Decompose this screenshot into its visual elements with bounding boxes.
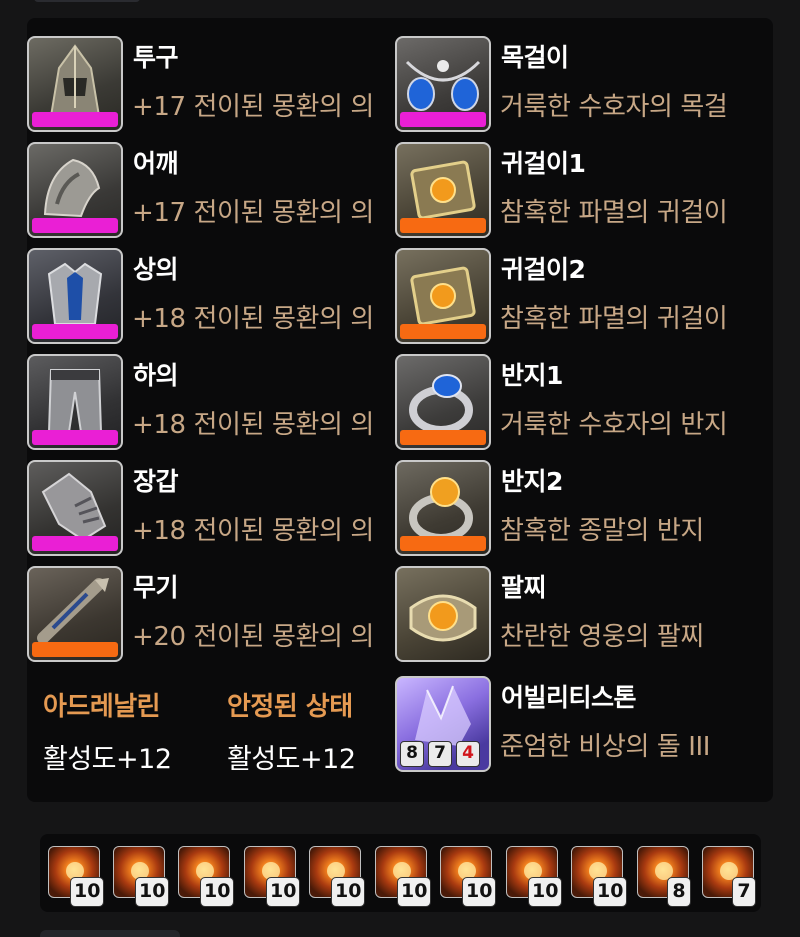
engraving-value: 활성도+12 [227,744,356,775]
slot-item-name: 참혹한 종말의 반지 [500,516,704,546]
slot-name: 상의 [133,255,179,284]
slot-item-name: 거룩한 수호자의 목걸 [500,92,728,122]
earring-icon [395,142,491,238]
gauntlet-icon [27,460,123,556]
quality-bar [32,536,118,551]
slot-weapon[interactable]: 무기 +20 전이된 몽환의 의 [27,566,397,664]
equipment-panel: 투구 +17 전이된 몽환의 의 어깨 +17 전이된 몽환의 의 상의 +18… [27,18,773,802]
engraving-adrenaline[interactable]: 아드레날린 활성도+12 [43,686,223,776]
engraving-stable-state[interactable]: 안정된 상태 활성도+12 [227,686,407,776]
gem-slot[interactable]: 8 [637,846,695,908]
quality-bar [32,112,118,127]
slot-item-name: +18 전이된 몽환의 의 [132,516,374,546]
ring-icon [395,460,491,556]
gem-panel: 10 10 10 10 10 10 10 10 10 8 7 [40,834,761,912]
gem-slot[interactable]: 7 [702,846,760,908]
slot-name: 투구 [133,43,179,72]
quality-bar [400,430,486,445]
slot-name: 귀걸이1 [501,149,586,178]
engraving-value: 활성도+12 [43,744,172,775]
bottom-tab[interactable] [40,930,180,937]
gem-slot[interactable]: 10 [48,846,106,908]
gem-level: 8 [667,877,691,907]
stone-levels: 8 7 4 [400,741,480,767]
quality-bar [400,112,486,127]
gem-level: 10 [528,877,563,907]
slot-name: 어깨 [133,149,179,178]
slot-name: 무기 [133,573,179,602]
ability-stone-icon: 8 7 4 [395,676,491,772]
helmet-icon [27,36,123,132]
gem-slot[interactable]: 10 [506,846,564,908]
slot-item-name: +20 전이된 몽환의 의 [132,622,374,652]
stone-level-2: 7 [428,741,452,767]
slot-item-name: 참혹한 파멸의 귀걸이 [500,304,728,334]
quality-bar [32,324,118,339]
chest-armor-icon [27,248,123,344]
quality-bar [400,536,486,551]
gem-level: 10 [462,877,497,907]
stone-level-penalty: 4 [456,741,480,767]
quality-bar [400,218,486,233]
top-tab[interactable] [34,0,140,2]
slot-gloves[interactable]: 장갑 +18 전이된 몽환의 의 [27,460,397,558]
slot-name: 어빌리티스톤 [501,683,637,712]
quality-bar [32,218,118,233]
slot-item-name: +18 전이된 몽환의 의 [132,410,374,440]
gem-slot[interactable]: 10 [113,846,171,908]
gem-level: 10 [70,877,105,907]
slot-name: 반지2 [501,467,563,496]
earring-icon [395,248,491,344]
necklace-icon [395,36,491,132]
slot-earring-1[interactable]: 귀걸이1 참혹한 파멸의 귀걸이 [395,142,765,240]
pants-armor-icon [27,354,123,450]
quality-bar [400,324,486,339]
slot-name: 하의 [133,361,179,390]
slot-name: 반지1 [501,361,563,390]
slot-item-name: 거룩한 수호자의 반지 [500,410,728,440]
slot-ring-1[interactable]: 반지1 거룩한 수호자의 반지 [395,354,765,452]
gem-slot[interactable]: 10 [178,846,236,908]
quality-bar [32,430,118,445]
gem-level: 7 [732,877,756,907]
gem-level: 10 [266,877,301,907]
slot-name: 목걸이 [501,43,569,72]
gem-slot[interactable]: 10 [244,846,302,908]
gem-level: 10 [397,877,432,907]
slot-helmet[interactable]: 투구 +17 전이된 몽환의 의 [27,36,397,134]
slot-chest[interactable]: 상의 +18 전이된 몽환의 의 [27,248,397,346]
slot-name: 귀걸이2 [501,255,586,284]
slot-name: 팔찌 [501,573,547,602]
slot-item-name: 찬란한 영웅의 팔찌 [500,622,704,652]
slot-item-name: +17 전이된 몽환의 의 [132,92,374,122]
slot-item-name: 준엄한 비상의 돌 III [500,732,711,762]
engraving-name: 안정된 상태 [227,692,353,722]
slot-earring-2[interactable]: 귀걸이2 참혹한 파멸의 귀걸이 [395,248,765,346]
gem-slot[interactable]: 10 [571,846,629,908]
slot-pants[interactable]: 하의 +18 전이된 몽환의 의 [27,354,397,452]
slot-shoulder[interactable]: 어깨 +17 전이된 몽환의 의 [27,142,397,240]
slot-item-name: +18 전이된 몽환의 의 [132,304,374,334]
gem-slot[interactable]: 10 [440,846,498,908]
slot-item-name: +17 전이된 몽환의 의 [132,198,374,228]
ring-icon [395,354,491,450]
quality-bar [32,642,118,657]
slot-necklace[interactable]: 목걸이 거룩한 수호자의 목걸 [395,36,765,134]
slot-name: 장갑 [133,467,179,496]
weapon-icon [27,566,123,662]
stone-level-1: 8 [400,741,424,767]
bracelet-icon [395,566,491,662]
shoulder-armor-icon [27,142,123,238]
slot-bracelet[interactable]: 팔찌 찬란한 영웅의 팔찌 [395,566,765,664]
gem-slot[interactable]: 10 [309,846,367,908]
gem-level: 10 [135,877,170,907]
slot-ring-2[interactable]: 반지2 참혹한 종말의 반지 [395,460,765,558]
gem-level: 10 [331,877,366,907]
gem-level: 10 [200,877,235,907]
slot-ability-stone[interactable]: 8 7 4 어빌리티스톤 준엄한 비상의 돌 III [395,676,765,774]
gem-level: 10 [593,877,628,907]
engraving-name: 아드레날린 [43,692,161,722]
slot-item-name: 참혹한 파멸의 귀걸이 [500,198,728,228]
gem-slot[interactable]: 10 [375,846,433,908]
